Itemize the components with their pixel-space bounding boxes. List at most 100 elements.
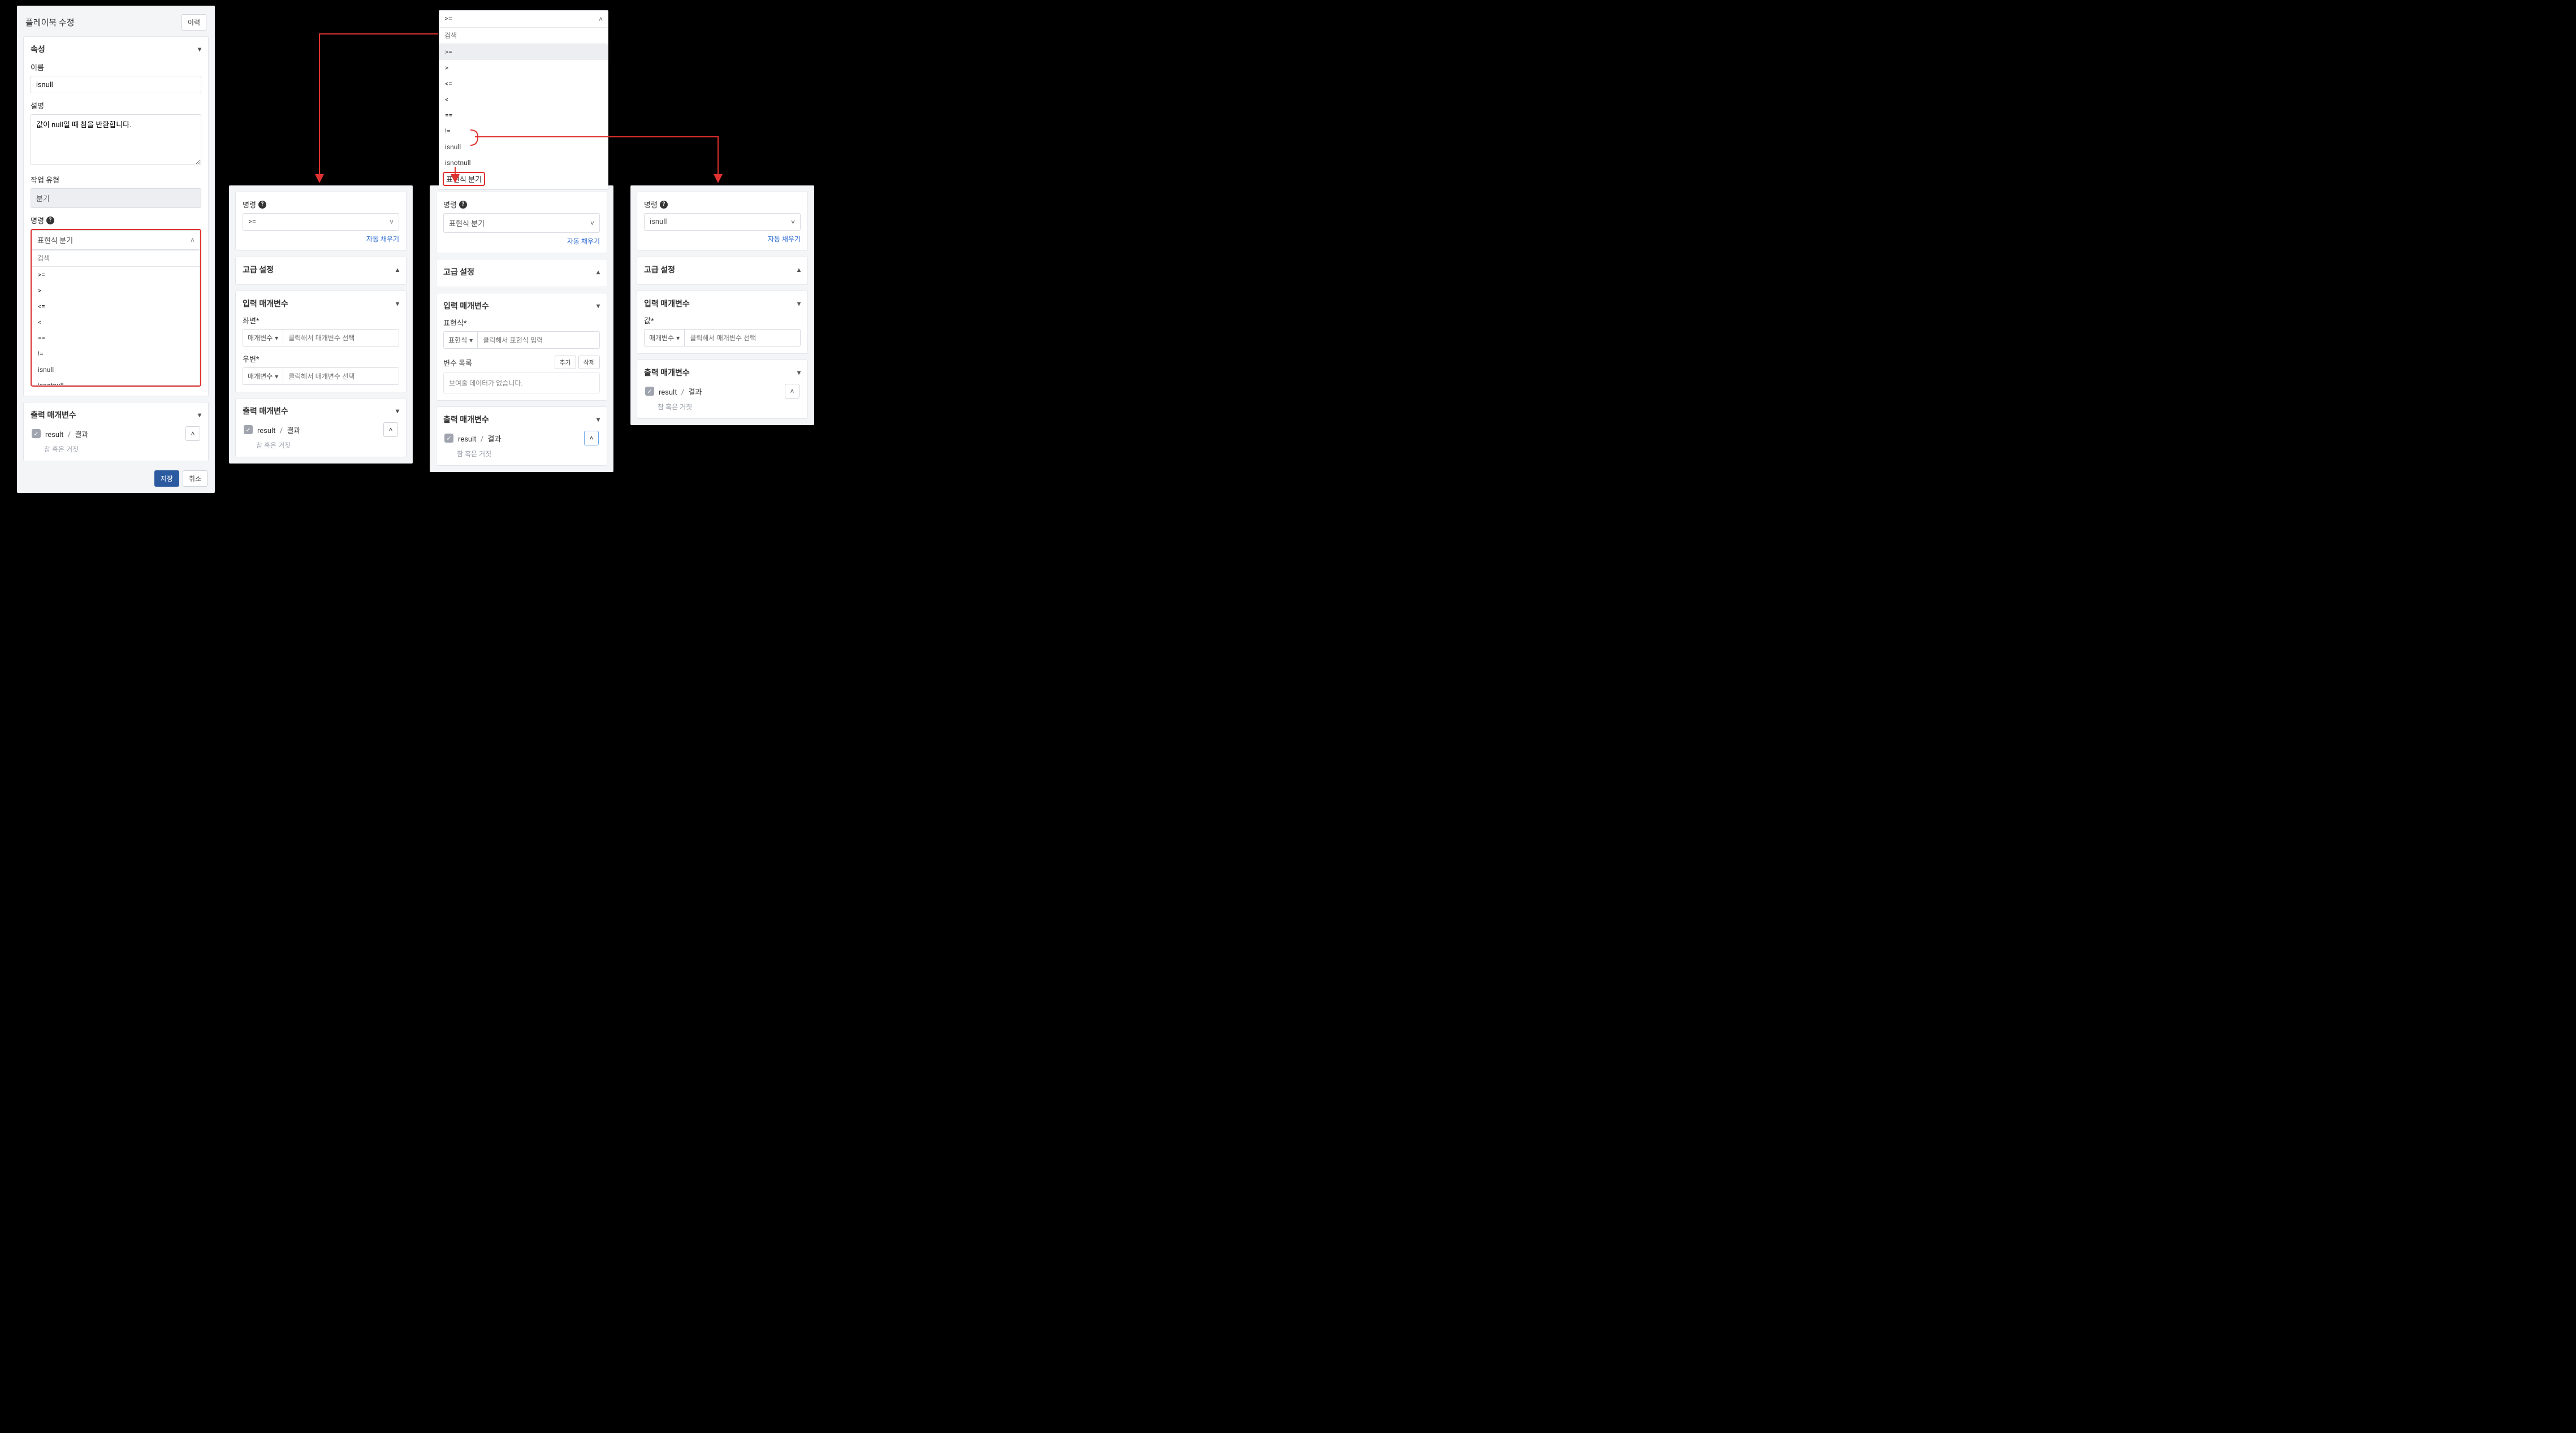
- chevron-up-icon[interactable]: ▴: [597, 268, 600, 276]
- chevron-down-icon[interactable]: ▾: [396, 407, 399, 415]
- out-section: 출력 매개변수: [644, 367, 690, 378]
- empty-varlist: 보여줄 데이터가 없습니다.: [443, 373, 600, 393]
- chevron-down-icon: ˅: [390, 218, 394, 226]
- top-select[interactable]: >= ˄: [439, 11, 608, 28]
- checkbox[interactable]: ✓: [32, 429, 41, 438]
- checkbox[interactable]: ✓: [244, 425, 253, 434]
- chevron-down-icon[interactable]: ▾: [396, 300, 399, 308]
- search-input[interactable]: [32, 250, 200, 267]
- chevron-up-icon[interactable]: ▴: [797, 266, 801, 274]
- chevron-down-icon[interactable]: ▾: [797, 300, 801, 308]
- help-icon[interactable]: ?: [459, 201, 467, 209]
- chevron-down-icon[interactable]: ▾: [597, 415, 600, 423]
- out-param-sub: 참 혹은 거짓: [644, 402, 801, 412]
- chevron-up-icon[interactable]: ▴: [396, 266, 399, 274]
- help-icon[interactable]: ?: [660, 201, 668, 209]
- desc-textarea[interactable]: [31, 114, 201, 165]
- expr-label: 표현식*: [443, 317, 600, 328]
- autofill-link[interactable]: 자동 채우기: [768, 235, 801, 243]
- rhs-input[interactable]: [283, 367, 399, 385]
- adv-section: 고급 설정: [644, 264, 675, 275]
- chevron-up-icon: ˄: [599, 15, 603, 23]
- caret-down-icon: ▾: [676, 334, 680, 342]
- add-button[interactable]: 추가: [555, 356, 576, 369]
- option-ne[interactable]: !=: [439, 123, 608, 139]
- autofill-link[interactable]: 자동 채우기: [366, 235, 399, 243]
- name-input[interactable]: [31, 76, 201, 93]
- chevron-down-icon: ˅: [590, 219, 594, 227]
- panel-title: 플레이북 수정: [25, 16, 75, 28]
- adv-section: 고급 설정: [243, 264, 274, 275]
- out-param-label: 결과: [688, 388, 702, 397]
- delete-button[interactable]: 삭제: [578, 356, 600, 369]
- task-type-label: 작업 유형: [31, 174, 201, 185]
- out-param-name: result: [45, 431, 63, 439]
- option-lt[interactable]: <: [439, 92, 608, 107]
- chevron-down-icon[interactable]: ▾: [198, 411, 201, 419]
- out-param-sub: 참 혹은 거짓: [243, 440, 399, 450]
- command-select[interactable]: 표현식 분기 ˅: [443, 213, 600, 233]
- autofill-link[interactable]: 자동 채우기: [567, 237, 600, 245]
- option-expr-branch-boxed[interactable]: 표현식 분기: [443, 172, 485, 186]
- search-input[interactable]: [439, 28, 608, 44]
- props-section-label: 속성: [31, 44, 45, 55]
- chevron-down-icon[interactable]: ▾: [198, 45, 201, 53]
- cancel-button[interactable]: 취소: [183, 470, 208, 487]
- expr-input[interactable]: [477, 331, 600, 349]
- caret-up-icon[interactable]: ˄: [383, 422, 398, 437]
- help-icon[interactable]: ?: [46, 217, 54, 224]
- command-select[interactable]: isnull ˅: [644, 213, 801, 231]
- option-eq[interactable]: ==: [32, 330, 200, 346]
- in-section: 입력 매개변수: [443, 300, 489, 311]
- caret-up-icon[interactable]: ˄: [785, 384, 799, 399]
- option-isnull[interactable]: isnull: [32, 362, 200, 378]
- command-select[interactable]: >= ˅: [243, 213, 399, 231]
- history-button[interactable]: 이력: [181, 14, 206, 31]
- command-select[interactable]: 표현식 분기 ˄: [32, 230, 200, 250]
- caret-up-icon[interactable]: ˄: [185, 426, 200, 441]
- chevron-down-icon[interactable]: ▾: [797, 369, 801, 376]
- chevron-up-icon: ˄: [191, 236, 195, 244]
- lhs-type-select[interactable]: 매개변수 ▾: [243, 329, 283, 347]
- in-section: 입력 매개변수: [644, 298, 690, 309]
- task-type-value: 분기: [31, 188, 201, 208]
- out-param-section: 출력 매개변수: [31, 409, 76, 421]
- rhs-label: 우변*: [243, 353, 399, 364]
- option-gt[interactable]: >: [32, 283, 200, 298]
- option-le[interactable]: <=: [32, 298, 200, 314]
- command-label: 명령: [31, 215, 44, 226]
- option-gt[interactable]: >: [439, 60, 608, 76]
- command-label: 명령: [443, 199, 457, 210]
- expr-type-select[interactable]: 표현식 ▾: [443, 331, 477, 349]
- name-label: 이름: [31, 62, 201, 72]
- out-param-sub: 참 혹은 거짓: [443, 449, 600, 458]
- value-label: 값*: [644, 315, 801, 326]
- option-lt[interactable]: <: [32, 314, 200, 330]
- option-isnotnull[interactable]: isnotnull: [439, 155, 608, 171]
- caret-down-icon: ▾: [275, 373, 278, 380]
- option-le[interactable]: <=: [439, 76, 608, 92]
- out-param-label: 결과: [287, 427, 300, 435]
- option-ge[interactable]: >=: [32, 267, 200, 283]
- lhs-input[interactable]: [283, 329, 399, 347]
- out-section: 출력 매개변수: [443, 414, 489, 425]
- command-label: 명령: [243, 199, 256, 210]
- value-input[interactable]: [684, 329, 801, 347]
- option-isnotnull[interactable]: isnotnull: [32, 378, 200, 386]
- caret-down-icon: ▾: [275, 334, 278, 342]
- checkbox[interactable]: ✓: [645, 387, 654, 396]
- caret-up-icon[interactable]: ˄: [584, 431, 599, 445]
- command-dropdown: >= > <= < == != isnull isnotnull 표현식 분기: [32, 250, 200, 386]
- save-button[interactable]: 저장: [154, 470, 179, 487]
- out-param-name: result: [257, 427, 275, 435]
- value-type-select[interactable]: 매개변수 ▾: [644, 329, 684, 347]
- checkbox[interactable]: ✓: [444, 434, 453, 443]
- chevron-down-icon[interactable]: ▾: [597, 302, 600, 310]
- help-icon[interactable]: ?: [258, 201, 266, 209]
- option-eq[interactable]: ==: [439, 107, 608, 123]
- adv-section: 고급 설정: [443, 266, 474, 278]
- rhs-type-select[interactable]: 매개변수 ▾: [243, 367, 283, 385]
- option-ne[interactable]: !=: [32, 346, 200, 362]
- option-isnull[interactable]: isnull: [439, 139, 608, 155]
- option-ge[interactable]: >=: [439, 44, 608, 60]
